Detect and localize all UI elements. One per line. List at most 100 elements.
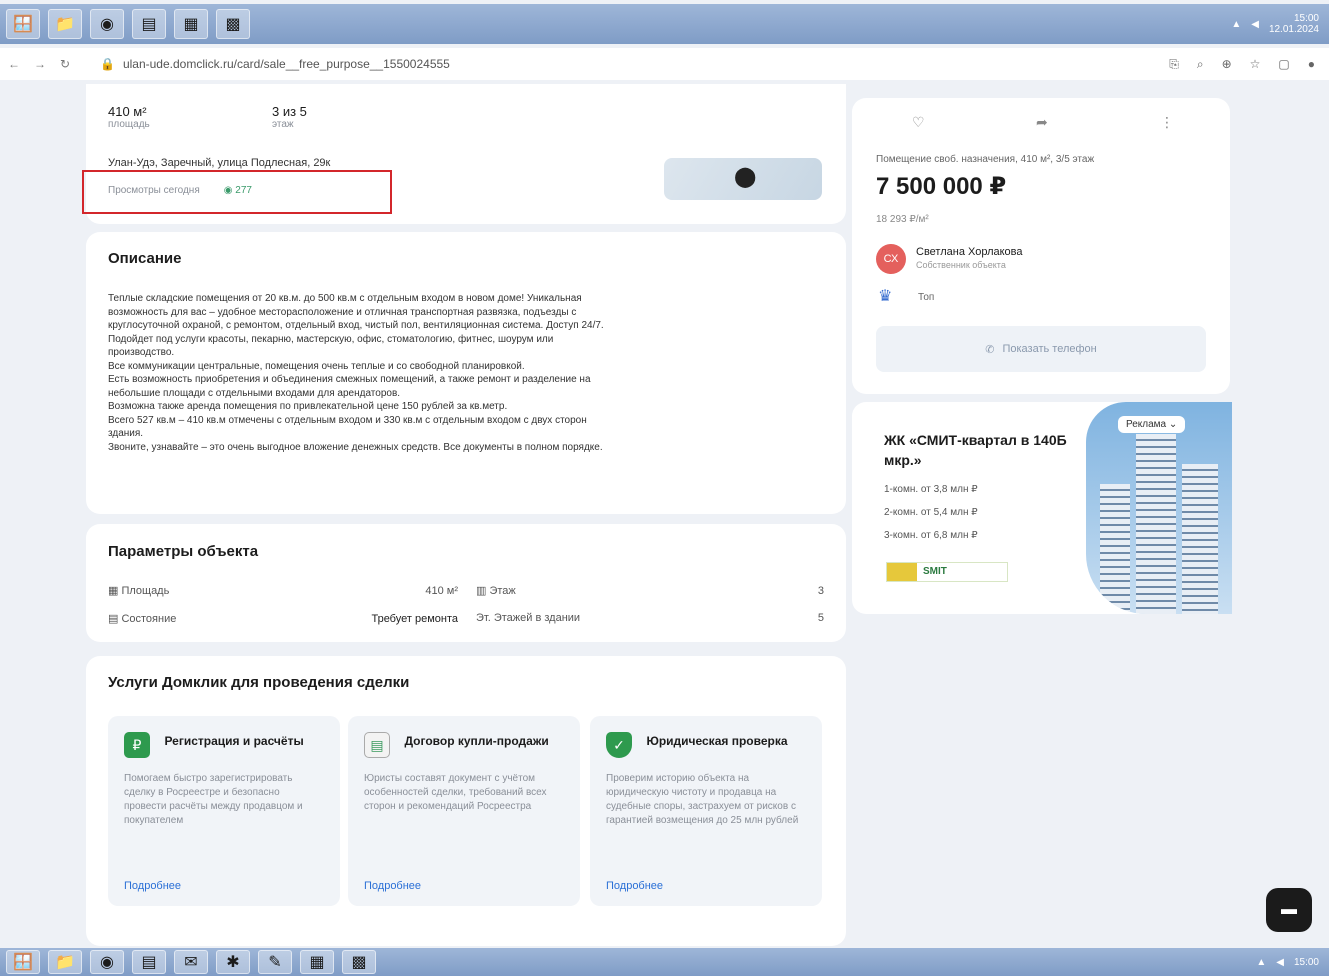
share-icon[interactable]: ➦ bbox=[1036, 114, 1048, 131]
share-icon[interactable]: ⎘ bbox=[1169, 57, 1179, 72]
document-icon[interactable]: ▤ bbox=[132, 950, 166, 974]
show-phone-button[interactable]: ✆ Показать телефон bbox=[876, 326, 1206, 372]
show-phone-label: Показать телефон bbox=[1002, 343, 1097, 355]
views-label: Просмотры сегодня bbox=[108, 185, 200, 196]
paint-icon[interactable]: ✎ bbox=[258, 950, 292, 974]
service-title: Регистрация и расчёты bbox=[164, 734, 304, 748]
start-button[interactable]: 🪟 bbox=[6, 9, 40, 39]
param-floor-value: 3 bbox=[817, 584, 824, 597]
address-bar[interactable]: ulan-ude.domclick.ru/card/sale__free_pur… bbox=[123, 57, 1169, 71]
chat-button[interactable]: ▬ bbox=[1266, 888, 1312, 932]
description-line: Подойдет под услуги красоты, пекарню, ма… bbox=[108, 333, 554, 345]
param-state-label: Состояние bbox=[121, 613, 177, 625]
service-legal-check[interactable]: ✓ Юридическая проверка Проверим историю … bbox=[590, 716, 822, 906]
zoom-icon[interactable]: ⌕ bbox=[1197, 57, 1204, 72]
area-icon: ▦ bbox=[108, 585, 122, 597]
param-state-value: Требует ремонта bbox=[371, 612, 458, 625]
floor-icon: ▥ bbox=[476, 585, 490, 597]
volume-icon[interactable]: ◀ bbox=[1251, 19, 1259, 30]
description-line: возможность для вас – удобное местораспо… bbox=[108, 306, 577, 318]
profile-icon[interactable]: ● bbox=[1308, 57, 1315, 72]
chat-icon: ▬ bbox=[1281, 901, 1297, 918]
shield-check-icon: ✓ bbox=[606, 732, 632, 758]
clock[interactable]: 15:00 12.01.2024 bbox=[1269, 13, 1319, 35]
lock-icon[interactable]: 🔒 bbox=[100, 57, 115, 71]
description-text: Теплые складские помещения от 20 кв.м. д… bbox=[108, 292, 824, 454]
folder-icon[interactable]: 📁 bbox=[48, 950, 82, 974]
description-line: производство. bbox=[108, 347, 175, 358]
service-text: Юристы составят документ с учётом особен… bbox=[364, 773, 547, 812]
views-count-wrap: ◉ 277 bbox=[224, 185, 252, 196]
clock-time: 15:00 bbox=[1293, 956, 1319, 968]
service-registration[interactable]: ₽ Регистрация и расчёты Помогаем быстро … bbox=[108, 716, 340, 906]
network-icon[interactable]: ▲ bbox=[1231, 19, 1241, 30]
ad-title: ЖК «СМИТ-квартал в 140Б мкр.» bbox=[884, 432, 1067, 468]
chevron-down-icon: ⌄ bbox=[1168, 419, 1178, 430]
price-per-meter: 18 293 ₽/м² bbox=[876, 214, 929, 225]
badge-icon: ♛ bbox=[878, 288, 893, 305]
window-icon[interactable]: ▢ bbox=[1278, 57, 1289, 72]
service-more-link[interactable]: Подробнее bbox=[364, 880, 421, 892]
param-floors-label: Эт. Этажей в здании bbox=[476, 612, 581, 624]
listing-subtitle: Помещение своб. назначения, 410 м², 3/5 … bbox=[876, 154, 1095, 165]
description-line: небольшие площади с отдельными входами д… bbox=[108, 387, 401, 399]
address[interactable]: Улан-Удэ, Заречный, улица Подлесная, 29к bbox=[108, 157, 330, 169]
document-icon[interactable]: ▤ bbox=[132, 9, 166, 39]
star-icon[interactable]: ☆ bbox=[1250, 57, 1261, 72]
views-count: 277 bbox=[235, 185, 252, 196]
folder-icon[interactable]: 📁 bbox=[48, 9, 82, 39]
floor-stat: 3 из 5 этаж bbox=[272, 104, 307, 130]
excel-icon[interactable]: ▩ bbox=[216, 9, 250, 39]
param-floor-label: Этаж bbox=[489, 585, 516, 597]
service-more-link[interactable]: Подробнее bbox=[606, 880, 663, 892]
volume-icon[interactable]: ◀ bbox=[1276, 957, 1284, 968]
floor-label: этаж bbox=[272, 119, 294, 130]
description-line: Звоните, узнавайте – это очень выгодное … bbox=[108, 441, 603, 453]
app-icon[interactable]: ▦ bbox=[174, 9, 208, 39]
network-icon[interactable]: ▲ bbox=[1256, 957, 1266, 968]
state-icon: ▤ bbox=[108, 613, 122, 625]
phone-icon: ✆ bbox=[985, 343, 995, 356]
service-text: Проверим историю объекта на юридическую … bbox=[606, 773, 799, 826]
chrome-icon[interactable]: ◉ bbox=[90, 950, 124, 974]
ad-tag-label: Реклама bbox=[1126, 419, 1167, 430]
back-icon[interactable]: ← bbox=[8, 57, 20, 71]
ad-line: 2-комн. от 5,4 млн ₽ bbox=[884, 507, 978, 518]
service-more-link[interactable]: Подробнее bbox=[124, 880, 181, 892]
avatar[interactable]: СХ bbox=[876, 244, 906, 274]
extension-icon[interactable]: ⊕ bbox=[1222, 57, 1232, 72]
app-icon[interactable]: ▦ bbox=[300, 950, 334, 974]
param-area-value: 410 м² bbox=[425, 584, 458, 597]
ad-tag[interactable]: Реклама ⌄ bbox=[1118, 416, 1186, 433]
area-value: 410 м² bbox=[108, 104, 147, 119]
badge-label: Топ bbox=[918, 292, 935, 303]
money-icon: ₽ bbox=[124, 732, 150, 758]
ad-line: 3-комн. от 6,8 млн ₽ bbox=[884, 530, 978, 541]
description-line: Теплые складские помещения от 20 кв.м. д… bbox=[108, 293, 582, 304]
forward-icon[interactable]: → bbox=[34, 57, 46, 71]
description-line: круглосуточной охраной, с ремонтом, отде… bbox=[108, 320, 604, 331]
service-contract[interactable]: ▤ Договор купли-продажи Юристы составят … bbox=[348, 716, 580, 906]
bottom-taskbar: 🪟 📁 ◉ ▤ ✉ ✱ ✎ ▦ ▩ ▲ ◀ 15:00 bbox=[0, 948, 1329, 976]
floor-value: 3 из 5 bbox=[272, 104, 307, 119]
description-line: здания. bbox=[108, 428, 144, 439]
seller-subtitle: Собственник объекта bbox=[916, 260, 1006, 270]
map-thumbnail[interactable]: ⬤ bbox=[664, 158, 822, 200]
seller-name[interactable]: Светлана Хорлакова bbox=[916, 246, 1023, 258]
app-icon[interactable]: ✱ bbox=[216, 950, 250, 974]
param-area-label: Площадь bbox=[121, 585, 170, 597]
params-heading: Параметры объекта bbox=[108, 543, 259, 560]
service-title: Договор купли-продажи bbox=[404, 734, 549, 748]
excel-icon[interactable]: ▩ bbox=[342, 950, 376, 974]
start-button[interactable]: 🪟 bbox=[6, 950, 40, 974]
building-image bbox=[1086, 402, 1232, 614]
more-icon[interactable]: ⋮ bbox=[1160, 114, 1174, 131]
favorite-icon[interactable]: ♡ bbox=[912, 114, 925, 131]
clock[interactable]: 15:00 bbox=[1294, 957, 1319, 968]
mail-icon[interactable]: ✉ bbox=[174, 950, 208, 974]
browser-toolbar: ← → ↻ 🔒 ulan-ude.domclick.ru/card/sale__… bbox=[0, 48, 1329, 80]
reload-icon[interactable]: ↻ bbox=[60, 57, 70, 71]
map-pin-icon: ⬤ bbox=[734, 166, 757, 188]
chrome-icon[interactable]: ◉ bbox=[90, 9, 124, 39]
ad-brand-logo: SMIT bbox=[886, 562, 1008, 582]
